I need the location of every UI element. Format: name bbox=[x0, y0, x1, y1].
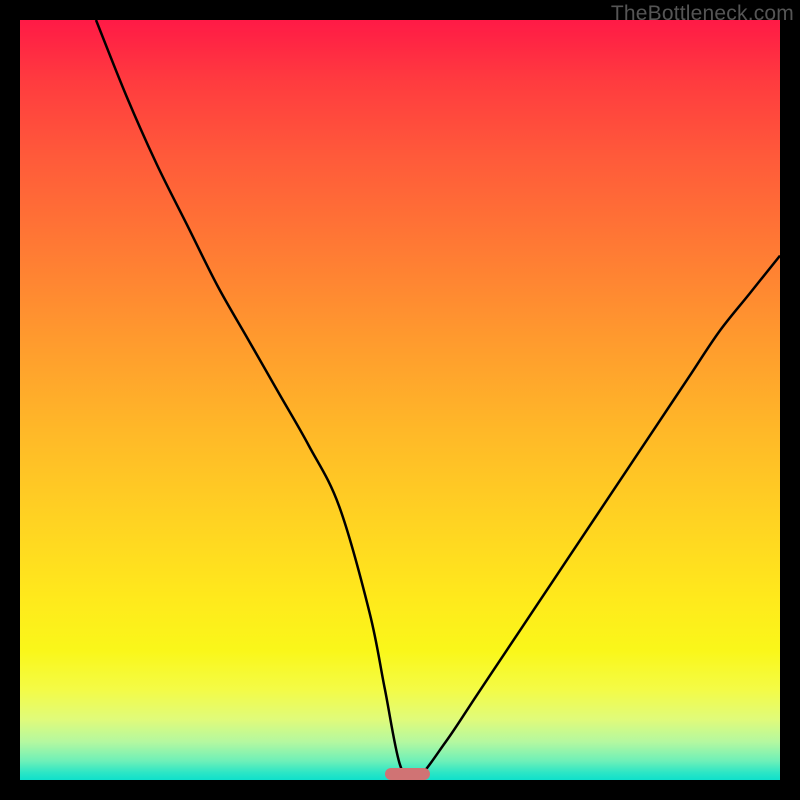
curve-layer bbox=[20, 20, 780, 780]
chart-frame: TheBottleneck.com bbox=[0, 0, 800, 800]
bottleneck-curve bbox=[96, 20, 780, 780]
plot-area bbox=[20, 20, 780, 780]
optimal-range-marker bbox=[385, 768, 431, 780]
